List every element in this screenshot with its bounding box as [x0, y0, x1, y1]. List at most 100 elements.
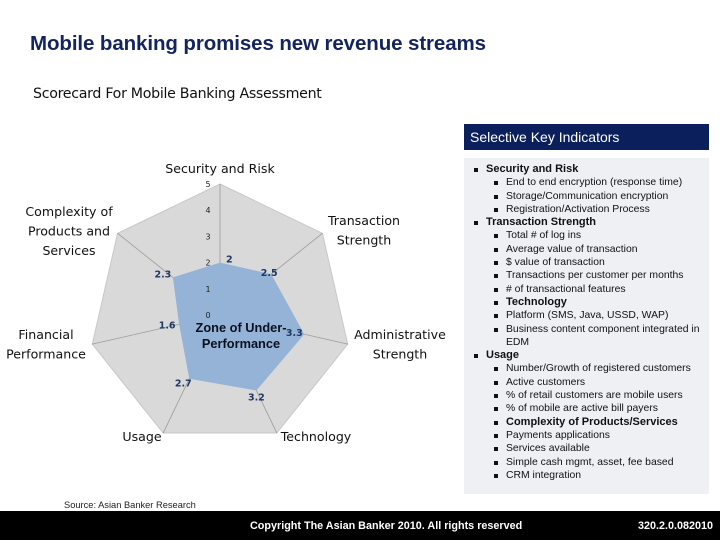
indicator-item: Payments applications [464, 429, 709, 442]
axis-label-line: Products and [28, 224, 110, 239]
bullet-icon [494, 447, 498, 452]
data-label: 2.7 [175, 379, 192, 390]
axis-label-line: Security and Risk [165, 161, 275, 176]
indicator-item: Business content component integrated in… [464, 323, 706, 350]
indicator-item: Registration/Activation Process [464, 203, 709, 216]
chart-subtitle: Scorecard For Mobile Banking Assessment [33, 86, 322, 102]
bullet-icon [494, 473, 498, 478]
indicator-category: Transaction Strength [464, 216, 709, 229]
zone-annotation: Zone of Under-Performance [196, 320, 287, 351]
footer-bar: Copyright The Asian Banker 2010. All rig… [0, 511, 720, 540]
axis-label: Usage [122, 429, 161, 444]
axis-label-line: Services [42, 243, 95, 258]
axis-label-line: Performance [6, 347, 86, 362]
bullet-icon [494, 433, 498, 438]
bullet-icon [494, 367, 498, 372]
copyright-text: Copyright The Asian Banker 2010. All rig… [250, 520, 523, 532]
data-label: 3.3 [286, 328, 303, 339]
indicator-text: Security and Risk [486, 163, 579, 175]
bullet-icon [494, 300, 498, 305]
indicator-text: Number/Growth of registered customers [506, 363, 691, 375]
indicator-item: CRM integration [464, 469, 709, 482]
radar-chart: 0 1 2 3 4 5 2 2.5 3.3 3.2 2.7 1.6 2.3 Security and Ri… [6, 161, 446, 444]
bullet-icon [494, 460, 498, 465]
indicator-text: Simple cash mgmt, asset, fee based [506, 456, 674, 468]
axis-label-line: Usage [122, 429, 161, 444]
bullet-icon [494, 380, 498, 385]
panel-header: Selective Key Indicators [464, 124, 709, 150]
data-label: 2.5 [261, 268, 278, 279]
indicator-item: % of retail customers are mobile users [464, 389, 709, 402]
axis-label-line: Transaction [327, 213, 400, 228]
indicator-subcategory: Technology [464, 296, 709, 309]
bullet-icon [494, 234, 498, 239]
axis-label: Transaction Strength [327, 213, 400, 248]
axis-label: Complexity of Products and Services [25, 204, 113, 258]
axis-label: Financial Performance [6, 327, 86, 362]
indicator-text: Services available [506, 443, 590, 455]
indicator-text: Technology [506, 295, 567, 308]
key-indicators-panel: Security and Risk End to end encryption (… [464, 158, 709, 494]
bullet-icon [494, 314, 498, 319]
radar-tick-label: 2 [205, 259, 210, 268]
axis-label-line: Strength [373, 347, 427, 362]
data-label: 3.2 [248, 393, 265, 404]
radar-tick-label: 3 [205, 232, 210, 241]
indicator-item: Average value of transaction [464, 243, 709, 256]
indicator-text: Business content component integrated in… [506, 323, 700, 348]
bullet-icon [494, 327, 498, 332]
indicator-item: Simple cash mgmt, asset, fee based [464, 456, 709, 469]
bullet-icon [494, 407, 498, 412]
indicator-text: $ value of transaction [506, 257, 605, 269]
bullet-icon [494, 420, 498, 425]
indicator-text: # of transactional features [506, 283, 626, 295]
indicator-list: Security and Risk End to end encryption (… [464, 158, 709, 482]
indicator-item: # of transactional features [464, 283, 709, 296]
axis-label: Technology [280, 429, 352, 444]
bullet-icon [474, 221, 478, 226]
indicator-item: Number/Growth of registered customers [464, 362, 709, 375]
indicator-text: Usage [486, 349, 520, 362]
indicator-item: $ value of transaction [464, 256, 709, 269]
data-label: 1.6 [159, 320, 176, 331]
indicator-text: Transactions per customer per months [506, 270, 684, 282]
axis-label-line: Administrative [354, 327, 446, 342]
indicator-text: Transaction Strength [486, 216, 597, 229]
radar-tick-label: 1 [205, 285, 210, 294]
indicator-category: Security and Risk [464, 163, 709, 176]
radar-tick-label: 4 [205, 206, 210, 215]
indicator-item: Total # of log ins [464, 229, 709, 242]
indicator-item: End to end encryption (response time) [464, 176, 709, 189]
indicator-item: Transactions per customer per months [464, 269, 709, 282]
radar-tick-label: 5 [205, 180, 210, 189]
indicator-text: Registration/Activation Process [506, 203, 650, 215]
bullet-icon [474, 168, 478, 172]
indicator-item: Services available [464, 442, 709, 455]
indicator-category: Usage [464, 349, 709, 362]
indicator-text: Average value of transaction [506, 243, 638, 255]
zone-annotation-line: Zone of Under- [196, 320, 287, 335]
indicator-text: Complexity of Products/Services [506, 415, 678, 428]
axis-label: Administrative Strength [354, 327, 446, 362]
indicator-text: % of mobile are active bill payers [506, 403, 658, 415]
indicator-text: Active customers [506, 376, 586, 388]
indicator-text: Payments applications [506, 429, 610, 441]
axis-label-line: Financial [18, 327, 73, 342]
bullet-icon [494, 394, 498, 399]
radar-tick-label: 0 [205, 311, 210, 320]
indicator-text: Total # of log ins [506, 230, 582, 242]
bullet-icon [474, 354, 478, 359]
indicator-text: CRM integration [506, 469, 582, 481]
bullet-icon [494, 247, 498, 252]
slide-title: Mobile banking promises new revenue stre… [30, 32, 486, 55]
bullet-icon [494, 287, 498, 292]
data-label: 2.3 [154, 269, 171, 280]
zone-annotation-line: Performance [202, 336, 280, 351]
indicator-item: % of mobile are active bill payers [464, 402, 709, 415]
bullet-icon [494, 181, 498, 186]
bullet-icon [494, 207, 498, 212]
bullet-icon [494, 274, 498, 279]
document-code: 320.2.0.082010 [638, 520, 714, 532]
bullet-icon [494, 194, 498, 199]
indicator-text: Storage/Communication encryption [506, 190, 669, 202]
